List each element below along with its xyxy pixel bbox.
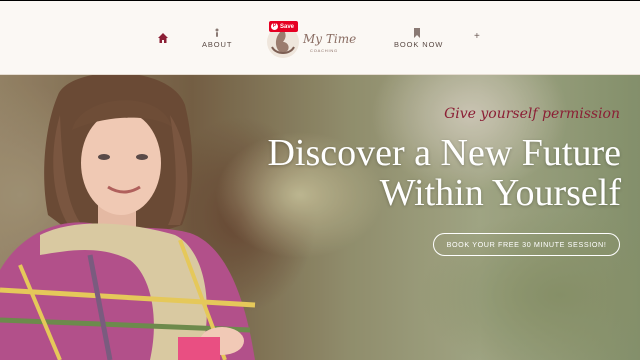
nav-more-button[interactable]: + [474, 31, 480, 42]
bookmark-icon [414, 28, 420, 38]
hero-tagline: Give yourself permission [444, 106, 620, 122]
pinterest-save-label: Save [280, 23, 295, 30]
book-free-session-button[interactable]: BOOK YOUR FREE 30 MINUTE SESSION! [433, 233, 620, 256]
page-frame: ABOUT My Time COACHING P Save BOOK NOW + [0, 1, 640, 360]
hero-headline-line-1: Discover a New Future [267, 132, 621, 174]
pinterest-save-button[interactable]: P Save [269, 21, 299, 32]
site-header: ABOUT My Time COACHING P Save BOOK NOW + [0, 1, 640, 75]
home-icon[interactable] [157, 32, 169, 44]
person-icon [215, 28, 219, 37]
nav-about-link[interactable]: ABOUT [202, 40, 232, 49]
nav-book-now-link[interactable]: BOOK NOW [394, 40, 443, 49]
logo-text: My Time [303, 32, 357, 46]
logo-subtext: COACHING [310, 48, 338, 53]
hero-section: Give yourself permission Discover a New … [0, 75, 640, 360]
pinterest-icon: P [271, 23, 278, 30]
hero-headline: Discover a New Future Within Yourself [267, 133, 621, 213]
hero-headline-line-2: Within Yourself [379, 172, 621, 214]
